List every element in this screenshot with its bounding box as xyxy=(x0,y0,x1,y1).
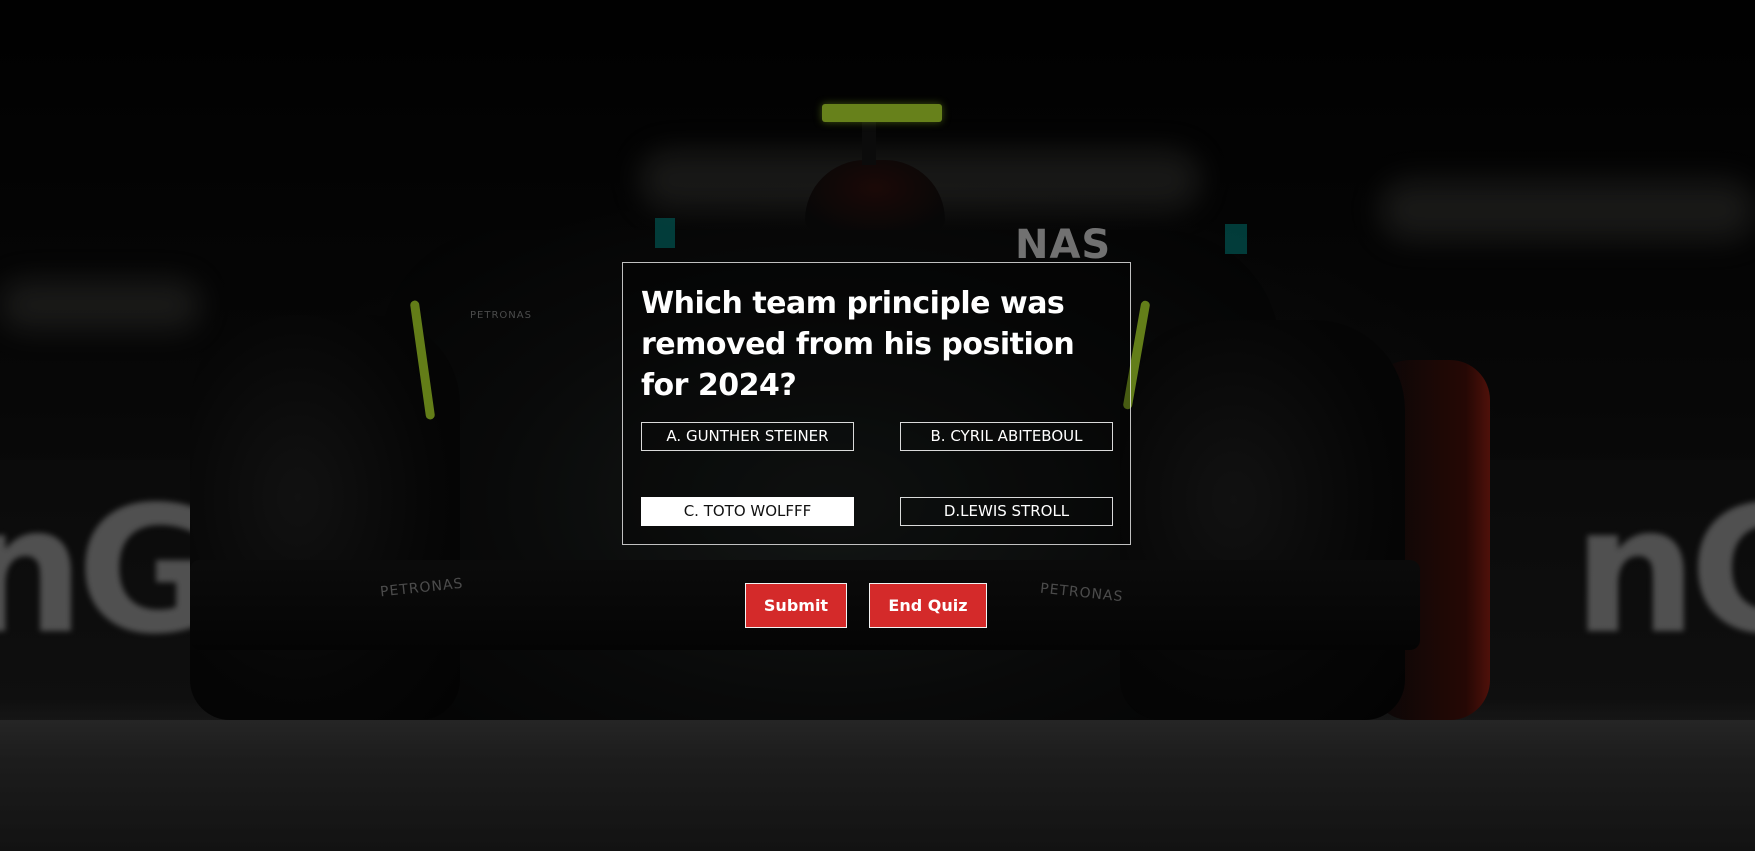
option-c-button[interactable]: C. TOTO WOLFFF xyxy=(641,497,854,526)
quiz-card: Which team principle was removed from hi… xyxy=(622,262,1131,545)
end-quiz-button[interactable]: End Quiz xyxy=(869,583,987,628)
quiz-page: nG nG NAS PETRONAS PETRONAS PETRONAS Whi… xyxy=(0,0,1755,851)
question-text: Which team principle was removed from hi… xyxy=(641,286,1075,403)
submit-button[interactable]: Submit xyxy=(745,583,847,628)
option-a-button[interactable]: A. GUNTHER STEINER xyxy=(641,422,854,451)
option-d-button[interactable]: D.LEWIS STROLL xyxy=(900,497,1113,526)
option-b-button[interactable]: B. CYRIL ABITEBOUL xyxy=(900,422,1113,451)
